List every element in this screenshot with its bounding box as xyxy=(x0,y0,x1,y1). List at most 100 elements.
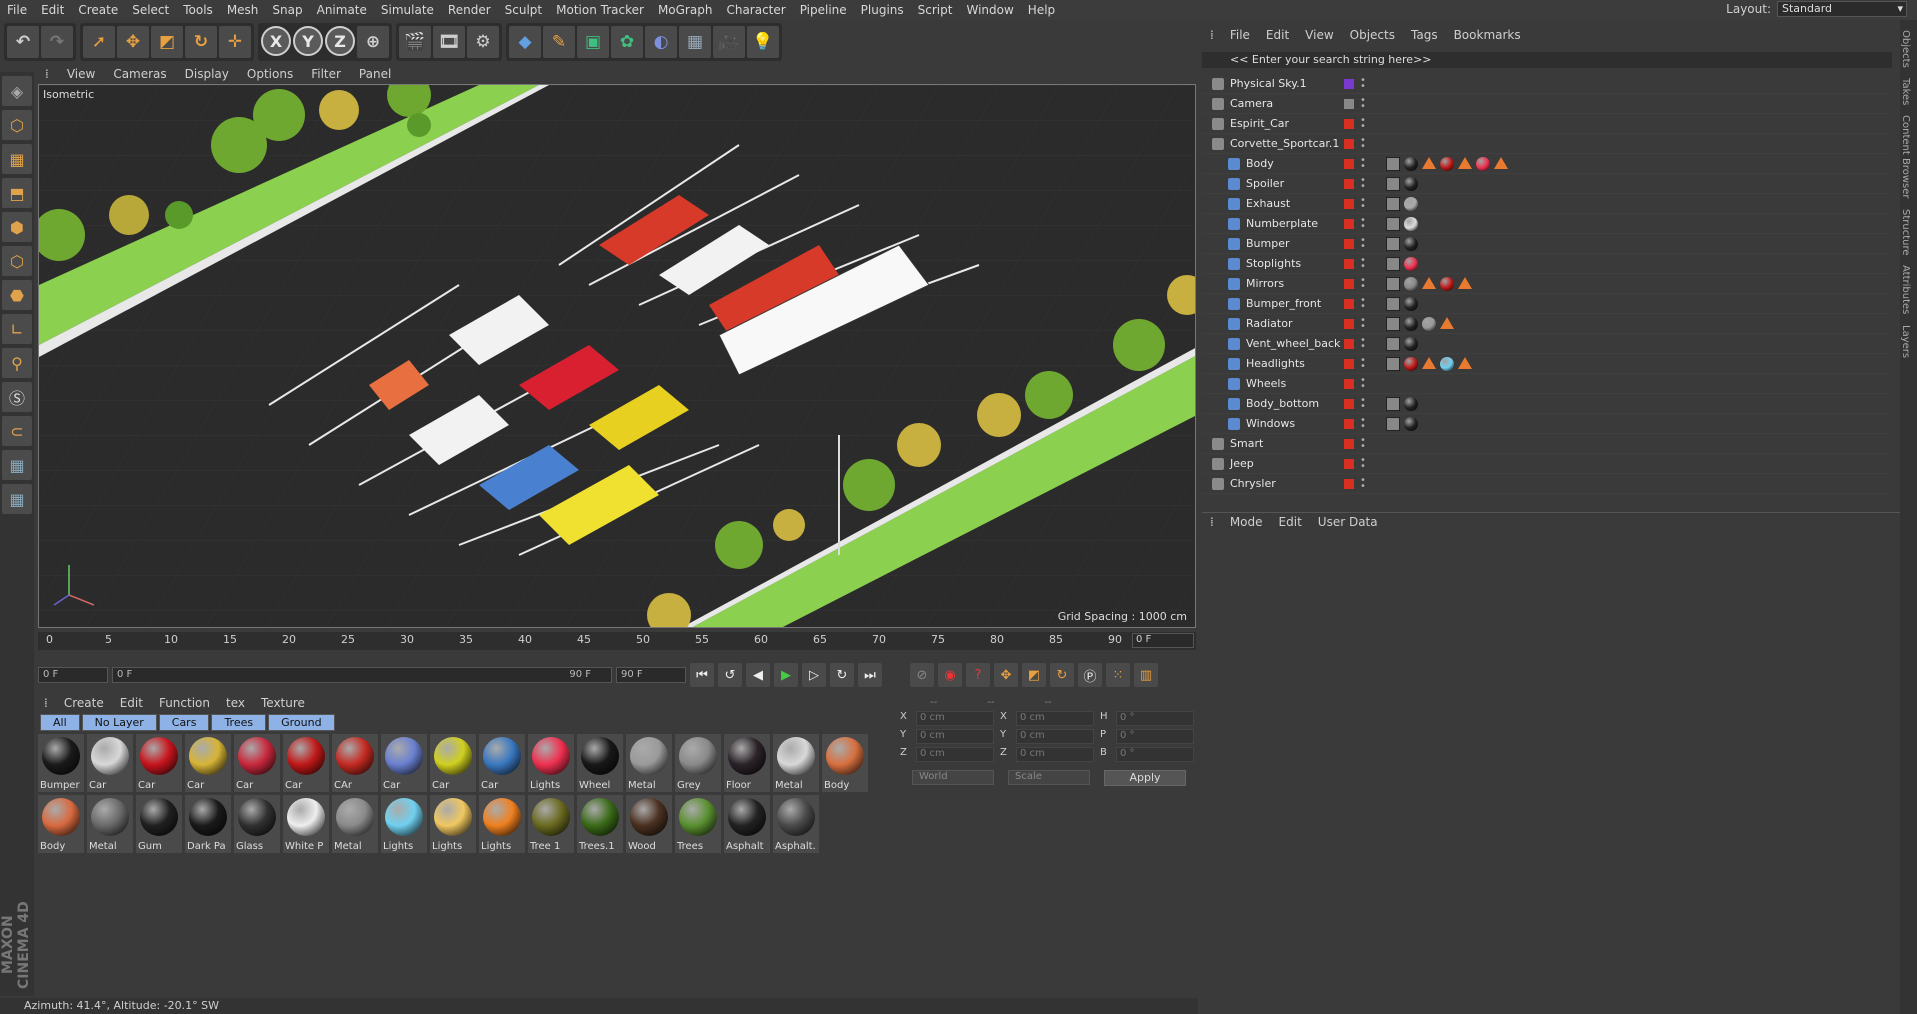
mograph-icon[interactable]: ✿ xyxy=(611,26,643,58)
material-swatch[interactable]: Wheel xyxy=(577,734,623,792)
material-swatch[interactable]: CAr xyxy=(332,734,378,792)
visibility-dots-icon[interactable]: • • xyxy=(1360,275,1366,291)
snap-icon[interactable]: ⊂ xyxy=(2,416,32,446)
next-frame-icon[interactable]: ▷ xyxy=(802,663,826,687)
phong-tag-icon[interactable] xyxy=(1458,356,1472,369)
floor-icon[interactable]: ▦ xyxy=(679,26,711,58)
visibility-dots-icon[interactable]: • • xyxy=(1360,315,1366,331)
layer-color-swatch[interactable] xyxy=(1344,478,1354,489)
size-field[interactable]: 0 cm xyxy=(1016,729,1094,744)
material-tag-icon[interactable] xyxy=(1404,216,1418,231)
material-tag-icon[interactable] xyxy=(1404,296,1418,311)
solo-icon[interactable]: Ⓢ xyxy=(2,382,32,412)
material-swatch[interactable]: Gum xyxy=(136,795,182,853)
apply-button[interactable]: Apply xyxy=(1104,770,1186,786)
object-menu-objects[interactable]: Objects xyxy=(1342,28,1403,42)
polygons-mode-icon[interactable]: ⬣ xyxy=(2,280,32,310)
texture-tag-icon[interactable] xyxy=(1386,396,1400,411)
phong-tag-icon[interactable] xyxy=(1458,156,1472,169)
layer-color-swatch[interactable] xyxy=(1344,178,1354,189)
scale-dropdown[interactable]: Scale xyxy=(1008,770,1090,785)
material-swatch[interactable]: Wood xyxy=(626,795,672,853)
material-menu-texture[interactable]: Texture xyxy=(253,696,313,710)
material-swatch[interactable]: Lights xyxy=(528,734,574,792)
material-swatch[interactable]: Glass xyxy=(234,795,280,853)
material-swatch[interactable]: Car xyxy=(479,734,525,792)
layer-color-swatch[interactable] xyxy=(1344,138,1354,149)
object-row[interactable]: Wheels • • xyxy=(1202,374,1890,394)
viewport-menu-filter[interactable]: Filter xyxy=(302,67,350,81)
layer-color-swatch[interactable] xyxy=(1344,318,1354,329)
attributes-menu-mode[interactable]: Mode xyxy=(1222,515,1271,529)
material-swatch[interactable]: Car xyxy=(136,734,182,792)
menu-item-create[interactable]: Create xyxy=(71,3,125,17)
material-menu-function[interactable]: Function xyxy=(151,696,218,710)
prev-frame-icon[interactable]: ◀ xyxy=(746,663,770,687)
pen-icon[interactable]: ✎ xyxy=(543,26,575,58)
viewport-menu-panel[interactable]: Panel xyxy=(350,67,400,81)
layer-color-swatch[interactable] xyxy=(1344,118,1354,129)
material-swatch[interactable]: Metal xyxy=(773,734,819,792)
object-row[interactable]: Body_bottom • • xyxy=(1202,394,1890,414)
layer-color-swatch[interactable] xyxy=(1344,98,1354,109)
object-row[interactable]: Stoplights • • xyxy=(1202,254,1890,274)
timeline-window-icon[interactable]: ▥ xyxy=(1134,663,1158,687)
phong-tag-icon[interactable] xyxy=(1422,356,1436,369)
visibility-dots-icon[interactable]: • • xyxy=(1360,115,1366,131)
undo-icon[interactable]: ↶ xyxy=(7,26,39,58)
side-tab-objects[interactable]: Objects xyxy=(1900,30,1911,68)
viewport-menu-options[interactable]: Options xyxy=(238,67,302,81)
material-swatch[interactable]: Lights xyxy=(479,795,525,853)
object-row[interactable]: Corvette_Sportcar.1 • • xyxy=(1202,134,1890,154)
menu-item-tools[interactable]: Tools xyxy=(176,3,220,17)
material-tag-icon[interactable] xyxy=(1440,356,1454,371)
texture-mode-icon[interactable]: ▦ xyxy=(2,144,32,174)
object-row[interactable]: Numberplate • • xyxy=(1202,214,1890,234)
material-swatch[interactable]: Body xyxy=(38,795,84,853)
menu-item-snap[interactable]: Snap xyxy=(265,3,309,17)
visibility-dots-icon[interactable]: • • xyxy=(1360,375,1366,391)
side-tab-layers[interactable]: Layers xyxy=(1900,325,1911,358)
tweak-mode-icon[interactable]: ⚲ xyxy=(2,348,32,378)
rotation-field[interactable]: 0 ° xyxy=(1116,747,1194,762)
layout-dropdown[interactable]: Standard xyxy=(1777,1,1907,17)
visibility-dots-icon[interactable]: • • xyxy=(1360,435,1366,451)
record-keys-icon[interactable]: ⊘ xyxy=(910,663,934,687)
object-row[interactable]: Chrysler • • xyxy=(1202,474,1890,494)
world-coordinates-icon[interactable]: ⊕ xyxy=(357,26,389,58)
viewport[interactable]: Isometric Grid Spacing : 1000 cm xyxy=(38,84,1196,628)
texture-tag-icon[interactable] xyxy=(1386,256,1400,271)
phong-tag-icon[interactable] xyxy=(1494,156,1508,169)
material-swatch[interactable]: Asphalt. xyxy=(773,795,819,853)
texture-tag-icon[interactable] xyxy=(1386,316,1400,331)
frame-range-slider[interactable]: 0 F 90 F xyxy=(112,667,612,683)
menu-item-help[interactable]: Help xyxy=(1021,3,1062,17)
texture-tag-icon[interactable] xyxy=(1386,356,1400,371)
material-tab-no-layer[interactable]: No Layer xyxy=(81,714,157,731)
material-tag-icon[interactable] xyxy=(1404,256,1418,271)
deformer-icon[interactable]: ◐ xyxy=(645,26,677,58)
side-tab-structure[interactable]: Structure xyxy=(1900,209,1911,256)
make-editable-icon[interactable]: ◈ xyxy=(2,76,32,106)
side-tab-content-browser[interactable]: Content Browser xyxy=(1900,115,1911,198)
side-tab-attributes[interactable]: Attributes xyxy=(1900,265,1911,314)
material-swatch[interactable]: Asphalt xyxy=(724,795,770,853)
visibility-dots-icon[interactable]: • • xyxy=(1360,475,1366,491)
render-settings-icon[interactable]: ⚙ xyxy=(467,26,499,58)
layer-color-swatch[interactable] xyxy=(1344,378,1354,389)
material-swatch[interactable]: Metal xyxy=(332,795,378,853)
menu-item-mesh[interactable]: Mesh xyxy=(220,3,266,17)
viewport-menu-view[interactable]: View xyxy=(58,67,104,81)
light-icon[interactable]: 💡 xyxy=(747,26,779,58)
rotate-tool-icon[interactable]: ↻ xyxy=(185,26,217,58)
phong-tag-icon[interactable] xyxy=(1422,156,1436,169)
cube-icon[interactable]: ◆ xyxy=(509,26,541,58)
visibility-dots-icon[interactable]: • • xyxy=(1360,175,1366,191)
go-to-end-icon[interactable]: ⏭ xyxy=(858,663,882,687)
menu-item-render[interactable]: Render xyxy=(441,3,498,17)
material-tag-icon[interactable] xyxy=(1404,316,1418,331)
current-frame-field[interactable]: 0 F xyxy=(1132,633,1194,648)
workplane-lock-icon[interactable]: ▦ xyxy=(2,450,32,480)
texture-tag-icon[interactable] xyxy=(1386,216,1400,231)
scale-tool-icon[interactable]: ◩ xyxy=(151,26,183,58)
